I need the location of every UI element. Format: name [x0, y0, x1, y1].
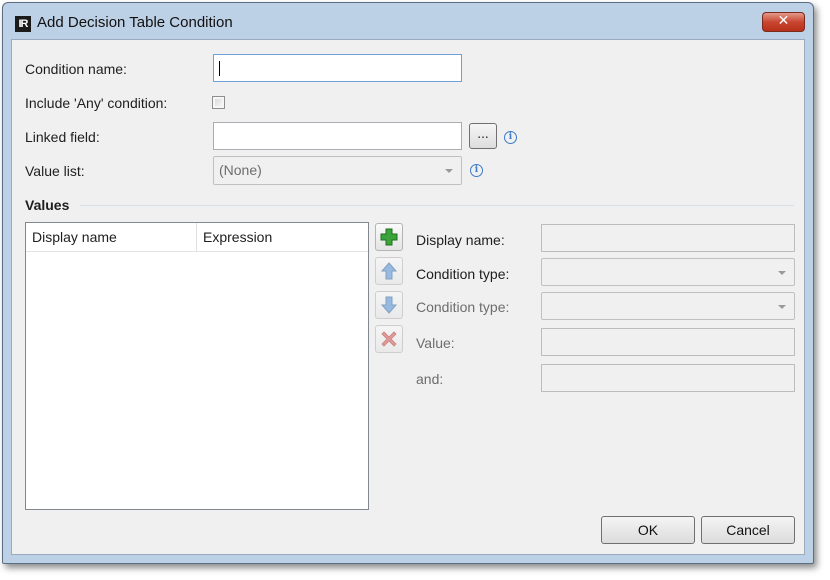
chevron-down-icon	[778, 271, 786, 275]
window-title: Add Decision Table Condition	[37, 14, 233, 31]
move-up-icon	[380, 262, 398, 280]
close-button[interactable]: ✕	[762, 12, 805, 32]
condition-type-2-label: Condition type:	[416, 299, 510, 315]
condition-type-label: Condition type:	[416, 266, 510, 282]
condition-name-label: Condition name:	[25, 61, 127, 77]
linked-field-info-icon[interactable]: i	[504, 131, 517, 144]
chevron-down-icon	[778, 305, 786, 309]
move-up-button[interactable]	[375, 257, 403, 285]
and-input[interactable]	[541, 364, 795, 392]
include-any-label: Include 'Any' condition:	[25, 95, 168, 111]
value-input[interactable]	[541, 328, 795, 356]
move-down-button[interactable]	[375, 291, 403, 319]
linked-field-input[interactable]	[213, 122, 462, 150]
chevron-down-icon	[445, 169, 453, 173]
add-icon	[380, 228, 398, 246]
dialog-client: Condition name: Include 'Any' condition:…	[11, 39, 805, 555]
value-list-select[interactable]: (None)	[213, 156, 462, 185]
text-caret	[219, 61, 220, 76]
value-list-label: Value list:	[25, 163, 85, 179]
column-expression[interactable]: Expression	[197, 223, 368, 251]
delete-icon	[381, 331, 397, 347]
condition-type-2-select[interactable]	[541, 292, 795, 320]
display-name-label: Display name:	[416, 232, 505, 248]
display-name-input[interactable]	[541, 224, 795, 252]
delete-value-button[interactable]	[375, 325, 403, 353]
value-list-info-icon[interactable]: i	[470, 164, 483, 177]
app-icon: IR	[15, 16, 31, 32]
section-divider	[80, 205, 794, 206]
browse-button[interactable]: ...	[469, 123, 497, 149]
include-any-checkbox[interactable]	[212, 96, 225, 109]
and-label: and:	[416, 371, 444, 387]
linked-field-label: Linked field:	[25, 129, 100, 145]
cancel-button[interactable]: Cancel	[701, 516, 795, 544]
move-down-icon	[380, 296, 398, 314]
add-value-button[interactable]	[375, 223, 403, 251]
ok-button[interactable]: OK	[601, 516, 695, 544]
title-bar[interactable]: IR Add Decision Table Condition ✕	[3, 3, 813, 39]
values-section-title: Values	[25, 197, 70, 213]
dialog-window: IR Add Decision Table Condition ✕ Condit…	[2, 2, 814, 564]
column-display-name[interactable]: Display name	[26, 223, 197, 251]
list-header: Display name Expression	[26, 223, 368, 252]
values-list[interactable]: Display name Expression	[25, 222, 369, 510]
value-list-selected: (None)	[219, 162, 262, 178]
value-label: Value:	[416, 335, 455, 351]
close-icon: ✕	[777, 13, 790, 29]
condition-name-input[interactable]	[213, 54, 462, 82]
condition-type-select[interactable]	[541, 258, 795, 286]
